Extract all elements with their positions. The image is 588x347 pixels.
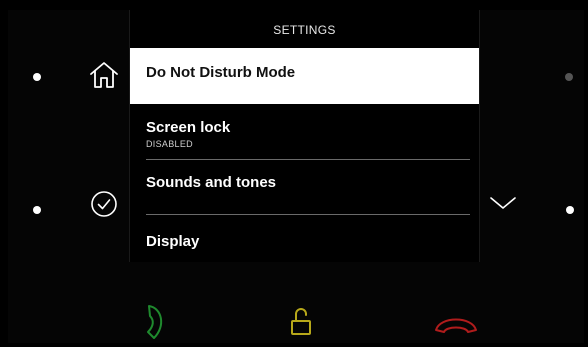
chevron-down-icon — [490, 197, 516, 209]
settings-menu: Do Not Disturb Mode Screen lock DISABLED… — [130, 48, 479, 262]
menu-item-screen-lock[interactable]: Screen lock DISABLED — [130, 104, 479, 160]
answer-call-button[interactable] — [136, 302, 170, 342]
confirm-button[interactable] — [90, 190, 118, 218]
phone-answer-icon — [147, 305, 163, 339]
unlock-button[interactable] — [290, 306, 312, 338]
led-left-bottom — [33, 206, 41, 214]
led-right-top — [565, 73, 573, 81]
check-circle-icon — [91, 191, 117, 217]
menu-item-status: DISABLED — [146, 139, 193, 149]
menu-item-display[interactable]: Display — [130, 215, 479, 262]
home-button[interactable] — [88, 60, 120, 90]
screen-title: SETTINGS — [273, 23, 336, 37]
phone-hangup-icon — [435, 318, 477, 333]
led-right-bottom — [566, 206, 574, 214]
menu-item-label: Sounds and tones — [146, 174, 277, 191]
scroll-down-button[interactable] — [488, 193, 518, 213]
menu-item-label: Screen lock — [146, 119, 231, 136]
hangup-call-button[interactable] — [432, 310, 480, 334]
menu-item-label: Do Not Disturb Mode — [146, 64, 296, 81]
display-screen: SETTINGS Do Not Disturb Mode Screen lock… — [129, 10, 480, 262]
menu-item-do-not-disturb[interactable]: Do Not Disturb Mode — [130, 48, 479, 104]
menu-item-sounds-and-tones[interactable]: Sounds and tones — [130, 160, 479, 215]
unlock-icon — [291, 308, 311, 335]
menu-item-label: Display — [146, 233, 200, 250]
led-left-top — [33, 73, 41, 81]
home-icon — [90, 62, 118, 88]
